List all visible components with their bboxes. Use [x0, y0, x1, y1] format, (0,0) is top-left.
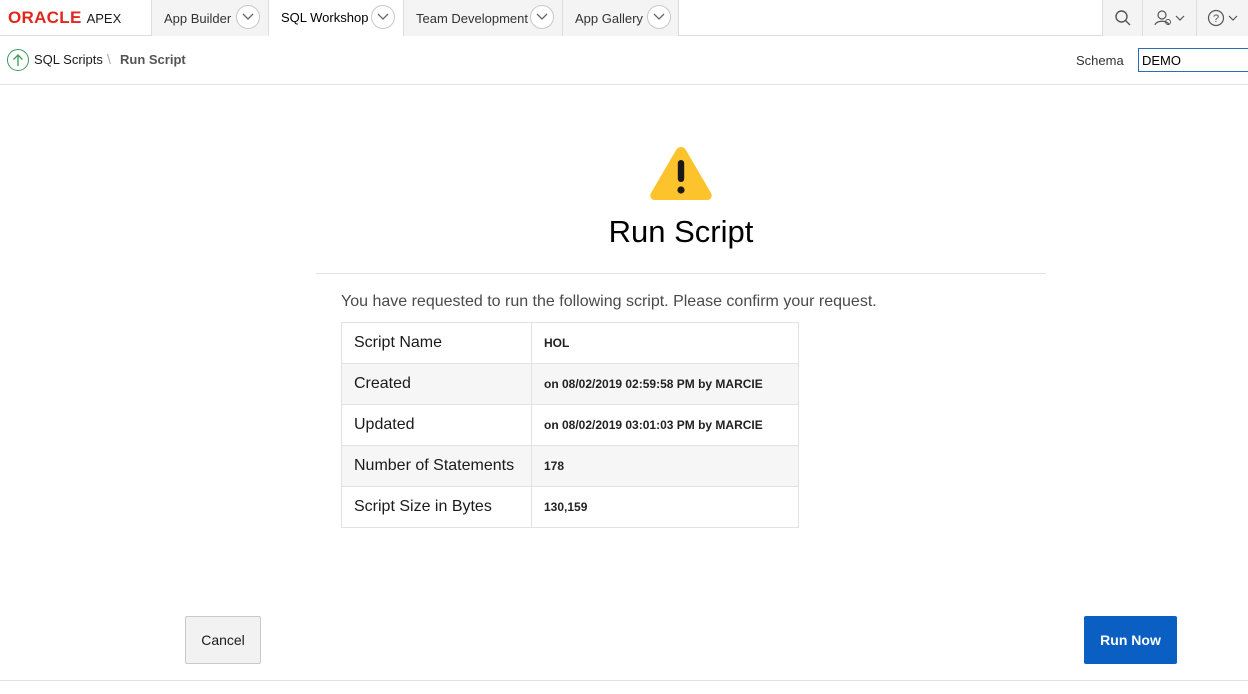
divider: [316, 273, 1046, 274]
page-title: Run Script: [608, 214, 754, 249]
script-name-value: HOL: [531, 322, 799, 364]
help-icon: ?: [1207, 9, 1237, 27]
table-row: Updated on 08/02/2019 03:01:03 PM by MAR…: [341, 404, 799, 446]
schema-input[interactable]: [1138, 48, 1248, 72]
breadcrumb-separator: \: [107, 51, 111, 67]
oracle-apex-logo[interactable]: ORACLE APEX: [8, 8, 121, 28]
script-name-label: Script Name: [341, 322, 532, 364]
created-value: on 08/02/2019 02:59:58 PM by MARCIE: [531, 363, 799, 405]
search-icon: [1114, 10, 1130, 26]
tab-sql-workshop-label: SQL Workshop: [281, 10, 369, 25]
created-label: Created: [341, 363, 532, 405]
page-footer: [0, 680, 1248, 694]
chevron-down-icon[interactable]: [371, 5, 395, 29]
chevron-down-icon[interactable]: [647, 5, 671, 29]
chevron-down-icon[interactable]: [236, 5, 260, 29]
breadcrumb-sql-scripts[interactable]: SQL Scripts: [34, 52, 103, 67]
statements-value: 178: [531, 445, 799, 487]
tab-team-development[interactable]: Team Development: [403, 0, 562, 36]
updated-label: Updated: [341, 404, 532, 446]
svg-text:?: ?: [1212, 13, 1218, 25]
script-size-label: Script Size in Bytes: [341, 486, 532, 528]
schema-label: Schema: [1076, 53, 1124, 68]
table-row: Script Name HOL: [341, 322, 799, 364]
tab-app-builder[interactable]: App Builder: [151, 0, 268, 36]
tab-app-gallery-label: App Gallery: [575, 10, 643, 26]
tab-team-development-label: Team Development: [416, 10, 528, 26]
up-arrow-icon[interactable]: [7, 49, 29, 71]
logo-oracle-text: ORACLE: [8, 8, 82, 27]
table-row: Number of Statements 178: [341, 445, 799, 487]
confirm-message: You have requested to run the following …: [341, 293, 877, 310]
breadcrumb-bar: SQL Scripts \ Run Script Schema: [0, 36, 1248, 85]
cancel-button[interactable]: Cancel: [185, 616, 261, 664]
top-navigation-bar: ORACLE APEX App Builder SQL Workshop Tea…: [0, 0, 1248, 36]
help-menu-button[interactable]: ?: [1196, 0, 1248, 36]
warning-icon: [650, 147, 712, 200]
tab-app-gallery[interactable]: App Gallery: [562, 0, 679, 36]
script-details-table: Script Name HOL Created on 08/02/2019 02…: [341, 322, 799, 528]
chevron-down-icon[interactable]: [530, 5, 554, 29]
table-row: Created on 08/02/2019 02:59:58 PM by MAR…: [341, 363, 799, 405]
search-button[interactable]: [1102, 0, 1142, 36]
logo-apex-text: APEX: [86, 11, 122, 26]
user-icon: [1153, 10, 1184, 26]
script-size-value: 130,159: [531, 486, 799, 528]
statements-label: Number of Statements: [341, 445, 532, 487]
user-menu-button[interactable]: [1142, 0, 1196, 36]
breadcrumb-current: Run Script: [120, 52, 186, 67]
tab-app-builder-label: App Builder: [164, 10, 232, 26]
updated-value: on 08/02/2019 03:01:03 PM by MARCIE: [531, 404, 799, 446]
table-row: Script Size in Bytes 130,159: [341, 486, 799, 528]
tab-sql-workshop[interactable]: SQL Workshop: [268, 0, 403, 36]
run-now-button[interactable]: Run Now: [1084, 616, 1177, 664]
